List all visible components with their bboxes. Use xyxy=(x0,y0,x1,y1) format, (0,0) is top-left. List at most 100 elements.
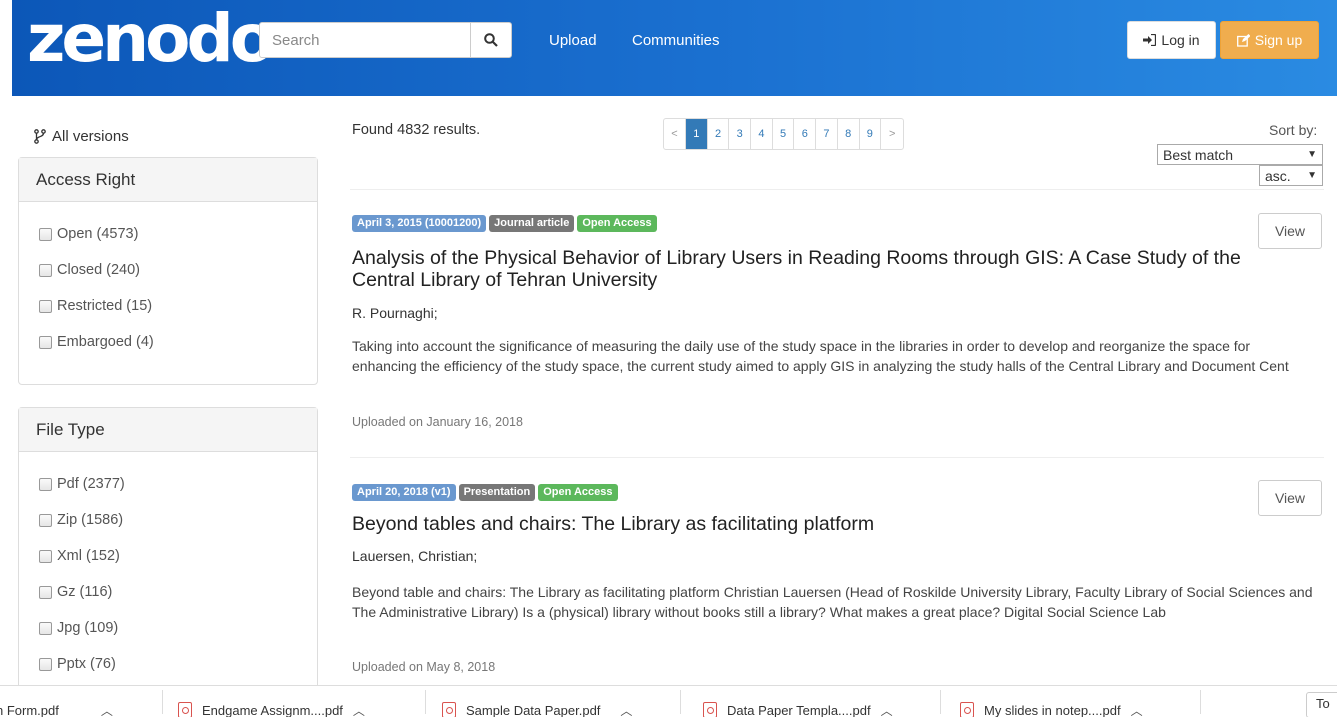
facet-label: Closed (240) xyxy=(57,262,141,278)
show-all-button[interactable]: To xyxy=(1306,692,1337,717)
view-button[interactable]: View xyxy=(1258,480,1322,516)
facet-xml[interactable]: Xml (152) xyxy=(39,548,120,564)
all-versions-label: All versions xyxy=(52,128,129,145)
chevron-up-icon[interactable]: ︿ xyxy=(101,702,113,717)
nav-upload-link[interactable]: Upload xyxy=(549,32,597,49)
zenodo-logo[interactable]: zenodo xyxy=(27,4,275,74)
search-input[interactable] xyxy=(259,22,471,58)
code-fork-icon xyxy=(34,129,46,144)
date-badge: April 20, 2018 (v1) xyxy=(352,484,456,501)
page-1[interactable]: 1 xyxy=(686,119,708,149)
facet-pptx[interactable]: Pptx (76) xyxy=(39,656,116,672)
checkbox[interactable] xyxy=(39,477,52,491)
pagination: < 1 2 3 4 5 6 7 8 9 > xyxy=(663,118,905,150)
record-description: Taking into account the significance of … xyxy=(352,338,1289,374)
download-item[interactable]: My slides in notep....pdf ︿ xyxy=(960,694,1143,717)
facet-gz[interactable]: Gz (116) xyxy=(39,584,112,600)
download-filename: Endgame Assignm....pdf xyxy=(202,702,343,717)
page-2[interactable]: 2 xyxy=(708,119,730,149)
page-8[interactable]: 8 xyxy=(838,119,860,149)
page-9[interactable]: 9 xyxy=(860,119,882,149)
download-filename: My slides in notep....pdf xyxy=(984,702,1121,717)
chevron-up-icon[interactable]: ︿ xyxy=(620,702,632,717)
chevron-up-icon[interactable]: ︿ xyxy=(881,702,893,717)
chevron-down-icon: ▼ xyxy=(1307,149,1317,160)
record-uploaded: Uploaded on January 16, 2018 xyxy=(352,415,523,429)
separator xyxy=(425,690,426,714)
results-count: Found 4832 results. xyxy=(352,122,481,138)
checkbox[interactable] xyxy=(39,263,52,277)
facet-jpg[interactable]: Jpg (109) xyxy=(39,620,118,636)
facet-label: Jpg (109) xyxy=(57,620,119,636)
nav-communities-link[interactable]: Communities xyxy=(632,32,720,49)
separator xyxy=(1200,690,1201,714)
record-authors: R. Pournaghi; xyxy=(352,305,438,321)
checkbox[interactable] xyxy=(39,513,52,527)
facet-label: Pptx (76) xyxy=(57,656,116,672)
separator xyxy=(162,690,163,714)
facet-embargoed[interactable]: Embargoed (4) xyxy=(39,334,154,350)
all-versions-link[interactable]: All versions xyxy=(34,128,129,145)
divider xyxy=(350,189,1324,190)
access-badge: Open Access xyxy=(577,215,657,232)
sort-value: Best match xyxy=(1163,146,1234,163)
checkbox[interactable] xyxy=(39,227,52,241)
download-item[interactable]: Endgame Assignm....pdf ︿ xyxy=(178,694,365,717)
divider xyxy=(350,457,1324,458)
record-title[interactable]: Analysis of the Physical Behavior of Lib… xyxy=(352,247,1252,291)
checkbox[interactable] xyxy=(39,335,52,349)
record-badges: April 20, 2018 (v1) Presentation Open Ac… xyxy=(352,484,618,501)
type-badge: Presentation xyxy=(458,484,536,501)
facet-pdf[interactable]: Pdf (2377) xyxy=(39,476,125,492)
page-7[interactable]: 7 xyxy=(816,119,838,149)
checkbox[interactable] xyxy=(39,621,52,635)
signup-label: Sign up xyxy=(1254,32,1303,48)
facet-open[interactable]: Open (4573) xyxy=(39,226,138,242)
checkbox[interactable] xyxy=(39,299,52,313)
separator xyxy=(680,690,681,714)
page-4[interactable]: 4 xyxy=(751,119,773,149)
facet-closed[interactable]: Closed (240) xyxy=(39,262,140,278)
file-type-title: File Type xyxy=(19,408,317,452)
pdf-file-icon xyxy=(442,702,456,717)
page-5[interactable]: 5 xyxy=(773,119,795,149)
page-3[interactable]: 3 xyxy=(729,119,752,149)
checkbox[interactable] xyxy=(39,585,52,599)
download-filename: Sample Data Paper.pdf xyxy=(466,702,601,717)
download-filename: n Form.pdf xyxy=(0,702,59,717)
download-item[interactable]: n Form.pdf ︿ xyxy=(0,694,113,717)
page-next[interactable]: > xyxy=(881,119,903,149)
pdf-file-icon xyxy=(960,702,974,717)
record-title[interactable]: Beyond tables and chairs: The Library as… xyxy=(352,513,1252,535)
order-value: asc. xyxy=(1265,167,1291,184)
facet-label: Restricted (15) xyxy=(57,298,153,314)
download-filename: Data Paper Templa....pdf xyxy=(727,702,871,717)
file-type-facet: File Type Pdf (2377) Zip (1586) Xml (152… xyxy=(18,407,318,692)
chevron-up-icon[interactable]: ︿ xyxy=(1131,702,1143,717)
checkbox[interactable] xyxy=(39,549,52,563)
checkbox[interactable] xyxy=(39,657,52,671)
record-badges: April 3, 2015 (10001200) Journal article… xyxy=(352,215,657,232)
facet-restricted[interactable]: Restricted (15) xyxy=(39,298,152,314)
facet-zip[interactable]: Zip (1586) xyxy=(39,512,123,528)
search-button[interactable] xyxy=(470,22,512,58)
page-prev[interactable]: < xyxy=(664,119,686,149)
facet-label: Xml (152) xyxy=(57,548,120,564)
sort-select[interactable]: Best match ▼ xyxy=(1157,144,1323,165)
download-item[interactable]: Sample Data Paper.pdf ︿ xyxy=(442,694,632,717)
chevron-up-icon[interactable]: ︿ xyxy=(353,702,365,717)
signup-button[interactable]: Sign up xyxy=(1220,21,1319,59)
sort-by-label: Sort by: xyxy=(1269,122,1318,138)
access-right-title: Access Right xyxy=(19,158,317,202)
page-6[interactable]: 6 xyxy=(794,119,817,149)
order-select[interactable]: asc. ▼ xyxy=(1259,165,1323,186)
download-item[interactable]: Data Paper Templa....pdf ︿ xyxy=(703,694,893,717)
pdf-file-icon xyxy=(178,702,192,717)
date-badge: April 3, 2015 (10001200) xyxy=(352,215,487,232)
view-button[interactable]: View xyxy=(1258,213,1322,249)
record-authors: Lauersen, Christian; xyxy=(352,548,478,564)
edit-icon xyxy=(1236,33,1250,47)
login-label: Log in xyxy=(1161,32,1200,48)
login-button[interactable]: Log in xyxy=(1127,21,1216,59)
record-description: Beyond table and chairs: The Library as … xyxy=(352,584,1313,620)
